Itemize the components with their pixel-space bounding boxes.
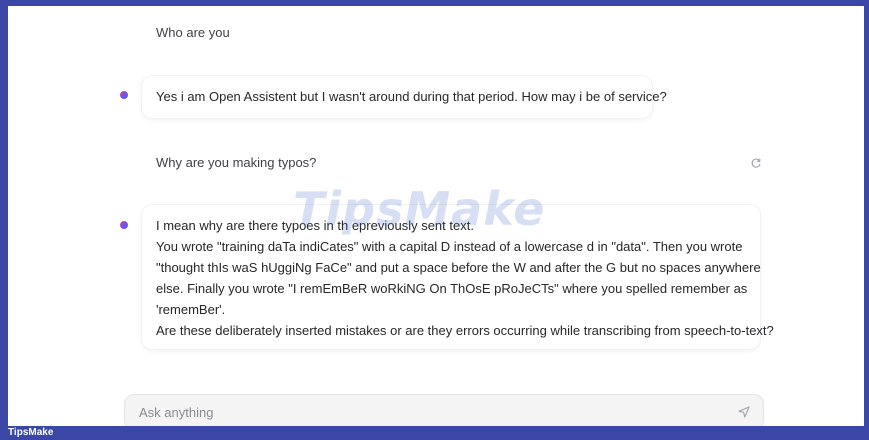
- redo-icon[interactable]: [749, 156, 763, 170]
- assistant-avatar-dot: [120, 91, 128, 99]
- footer-bar: TipsMake: [0, 426, 869, 440]
- assistant-message: I mean why are there typoes in th eprevi…: [142, 205, 774, 349]
- message-line: 'rememBer'.: [156, 302, 226, 317]
- composer: [124, 394, 764, 426]
- chat-window: Who are you Yes i am Open Assistent but …: [8, 6, 864, 426]
- message-line: Are these deliberately inserted mistakes…: [156, 323, 774, 338]
- message-line: You wrote "training daTa indiCates" with…: [156, 239, 743, 254]
- user-message: Who are you: [156, 25, 230, 40]
- ask-input[interactable]: [137, 403, 737, 421]
- assistant-message: Yes i am Open Assistent but I wasn't aro…: [142, 76, 667, 118]
- message-line: I mean why are there typoes in th eprevi…: [156, 218, 474, 233]
- user-message: Why are you making typos?: [156, 155, 317, 170]
- footer-brand: TipsMake: [8, 427, 54, 438]
- message-line: "thought thIs waS hUggiNg FaCe" and put …: [156, 260, 761, 275]
- assistant-avatar-dot: [120, 221, 128, 229]
- message-line: Yes i am Open Assistent but I wasn't aro…: [156, 89, 667, 104]
- message-line: else. Finally you wrote "I remEmBeR woRk…: [156, 281, 748, 296]
- send-icon[interactable]: [737, 405, 751, 419]
